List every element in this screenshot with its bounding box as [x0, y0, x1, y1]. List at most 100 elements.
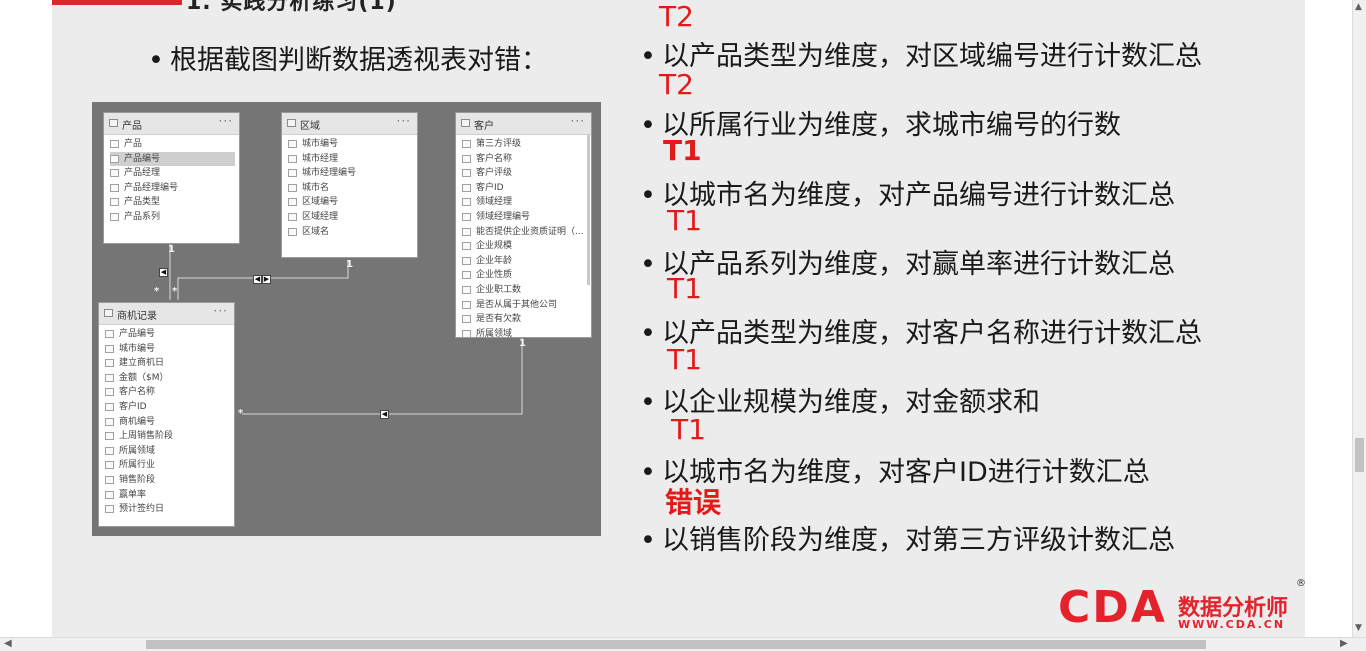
annotation-label: 错误 — [665, 486, 722, 519]
field-item-selected[interactable]: 产品编号 — [110, 151, 235, 167]
statement-text: 以销售阶段为维度，对第三方评级计数汇总 — [662, 525, 1175, 556]
lead-text: • 根据截图判断数据透视表对错： — [148, 38, 548, 77]
field-item[interactable]: 商机编号 — [105, 415, 234, 430]
field-icon — [462, 140, 471, 148]
table-card-header: 产品 ··· — [104, 113, 239, 135]
cardinality-one: 1 — [168, 244, 175, 255]
horizontal-scroll-thumb[interactable] — [146, 640, 1206, 649]
field-item[interactable]: 城市编号 — [288, 137, 417, 152]
ellipsis-icon[interactable]: ··· — [397, 114, 411, 128]
field-icon — [105, 432, 114, 441]
field-label: 产品类型 — [124, 197, 161, 208]
table-icon — [287, 119, 296, 127]
field-item[interactable]: 客户ID — [105, 400, 234, 415]
table-card-title: 产品 — [122, 121, 142, 132]
field-icon — [110, 198, 119, 207]
cda-logo: CDA 数据分析师 WWW.CDA.CN ® — [1058, 578, 1306, 631]
field-label: 客户评级 — [476, 168, 513, 179]
vertical-scrollbar[interactable]: ▲ ▼ — [1352, 0, 1366, 637]
table-card-customer[interactable]: 客户 ··· 第三方评级 客户名称 客户评级 客户ID 领域经理 领域经理编号 … — [455, 112, 592, 339]
field-label: 城市经理 — [302, 153, 339, 164]
field-item[interactable]: 客户ID — [462, 181, 591, 196]
field-item[interactable]: 产品经理 — [110, 166, 239, 181]
field-item[interactable]: 领域经理编号 — [462, 210, 591, 225]
field-item[interactable]: 所属行业 — [105, 458, 234, 473]
field-label: 城市编号 — [302, 139, 339, 149]
ellipsis-icon[interactable]: ··· — [214, 304, 228, 318]
scroll-right-icon[interactable]: ▶ — [1340, 638, 1348, 649]
annotation-label: T1 — [667, 343, 702, 376]
field-item[interactable]: 区域名 — [288, 225, 417, 240]
annotation-label: T1 — [671, 413, 706, 446]
field-item[interactable]: 企业职工数 — [462, 283, 591, 298]
field-item[interactable]: 客户名称 — [462, 152, 591, 167]
field-item[interactable]: 领域经理 — [462, 195, 591, 210]
field-label: 城市名 — [302, 182, 330, 193]
field-item[interactable]: 赢单率 — [105, 488, 234, 503]
arrow-marker-icon[interactable]: ◀ — [159, 268, 168, 277]
table-card-opportunity[interactable]: 商机记录 ··· 产品编号 城市编号 建立商机日 金额（$M） 客户名称 客户I… — [98, 302, 235, 527]
field-item[interactable]: 金额（$M） — [105, 371, 234, 386]
field-icon — [110, 154, 119, 163]
statement-text: 以城市名为维度，对客户ID进行计数汇总 — [662, 457, 1150, 488]
arrow-marker-icon[interactable]: ▶ — [262, 275, 271, 284]
field-item[interactable]: 客户评级 — [462, 166, 591, 181]
field-icon — [105, 359, 114, 368]
table-card-product[interactable]: 产品 ··· 产品 产品编号 产品经理 产品经理编号 产品类型 产品系列 — [103, 112, 240, 244]
arrow-marker-icon[interactable]: ◀ — [380, 410, 389, 419]
field-item[interactable]: 企业年龄 — [462, 254, 591, 269]
field-icon — [105, 373, 114, 382]
field-icon — [105, 344, 114, 353]
field-item[interactable]: 预计签约日 — [105, 502, 234, 517]
table-icon — [461, 119, 470, 127]
field-item[interactable]: 建立商机日 — [105, 356, 234, 371]
ellipsis-icon[interactable]: ··· — [219, 114, 233, 128]
field-item[interactable]: 是否从属于其他公司 — [462, 298, 591, 313]
field-item[interactable]: 客户名称 — [105, 385, 234, 400]
scroll-up-icon[interactable]: ▲ — [1355, 3, 1362, 12]
table-card-header: 客户 ··· — [456, 113, 591, 135]
field-label: 区域编号 — [302, 197, 339, 208]
table-card-title: 区域 — [300, 121, 320, 132]
field-item[interactable]: 企业性质 — [462, 268, 591, 283]
field-label: 区域经理 — [302, 211, 339, 222]
field-item[interactable]: 产品 — [110, 137, 239, 152]
statement-text: 以企业规模为维度，对金额求和 — [662, 387, 1040, 418]
table-card-region[interactable]: 区域 ··· 城市编号 城市经理 城市经理编号 城市名 区域编号 区域经理 区域… — [281, 112, 418, 258]
horizontal-scrollbar[interactable]: ◀ ▶ — [0, 637, 1366, 651]
statement-text: 以城市名为维度，对产品编号进行计数汇总 — [662, 180, 1175, 211]
statement-item: • 以产品类型为维度，对客户名称进行计数汇总 — [640, 311, 1202, 350]
field-icon — [288, 183, 297, 192]
field-icon — [105, 446, 114, 455]
ellipsis-icon[interactable]: ··· — [571, 114, 585, 128]
field-icon — [288, 154, 297, 163]
arrow-marker-icon[interactable]: ◀ — [253, 275, 262, 284]
field-item[interactable]: 产品类型 — [110, 195, 239, 210]
card-scrollbar[interactable] — [587, 135, 590, 285]
field-item[interactable]: 城市经理 — [288, 152, 417, 167]
field-item[interactable]: 城市经理编号 — [288, 166, 417, 181]
field-item[interactable]: 城市名 — [288, 181, 417, 196]
field-item[interactable]: 第三方评级 — [462, 137, 591, 152]
scroll-down-icon[interactable]: ▼ — [1355, 624, 1362, 633]
statement-item: • 以产品系列为维度，对赢单率进行计数汇总 — [640, 242, 1175, 281]
field-item[interactable]: 产品系列 — [110, 210, 239, 225]
field-item[interactable]: 企业规模 — [462, 239, 591, 254]
scroll-left-icon[interactable]: ◀ — [4, 638, 12, 649]
field-item[interactable]: 是否有欠款 — [462, 312, 591, 327]
field-item[interactable]: 区域编号 — [288, 195, 417, 210]
field-icon — [288, 140, 297, 148]
field-item[interactable]: 上周销售阶段 — [105, 429, 234, 444]
vertical-scroll-thumb[interactable] — [1355, 438, 1364, 472]
field-item[interactable]: 区域经理 — [288, 210, 417, 225]
field-label: 能否提供企业资质证明（... — [476, 226, 584, 237]
field-item[interactable]: 销售阶段 — [105, 473, 234, 488]
field-item[interactable]: 所属领域 — [462, 327, 591, 342]
field-icon — [462, 242, 471, 251]
field-item[interactable]: 城市编号 — [105, 342, 234, 357]
field-label: 所属领域 — [476, 328, 513, 339]
field-item[interactable]: 能否提供企业资质证明（... — [462, 225, 591, 240]
field-item[interactable]: 产品编号 — [105, 327, 234, 342]
field-item[interactable]: 所属领域 — [105, 444, 234, 459]
field-item[interactable]: 产品经理编号 — [110, 181, 239, 196]
